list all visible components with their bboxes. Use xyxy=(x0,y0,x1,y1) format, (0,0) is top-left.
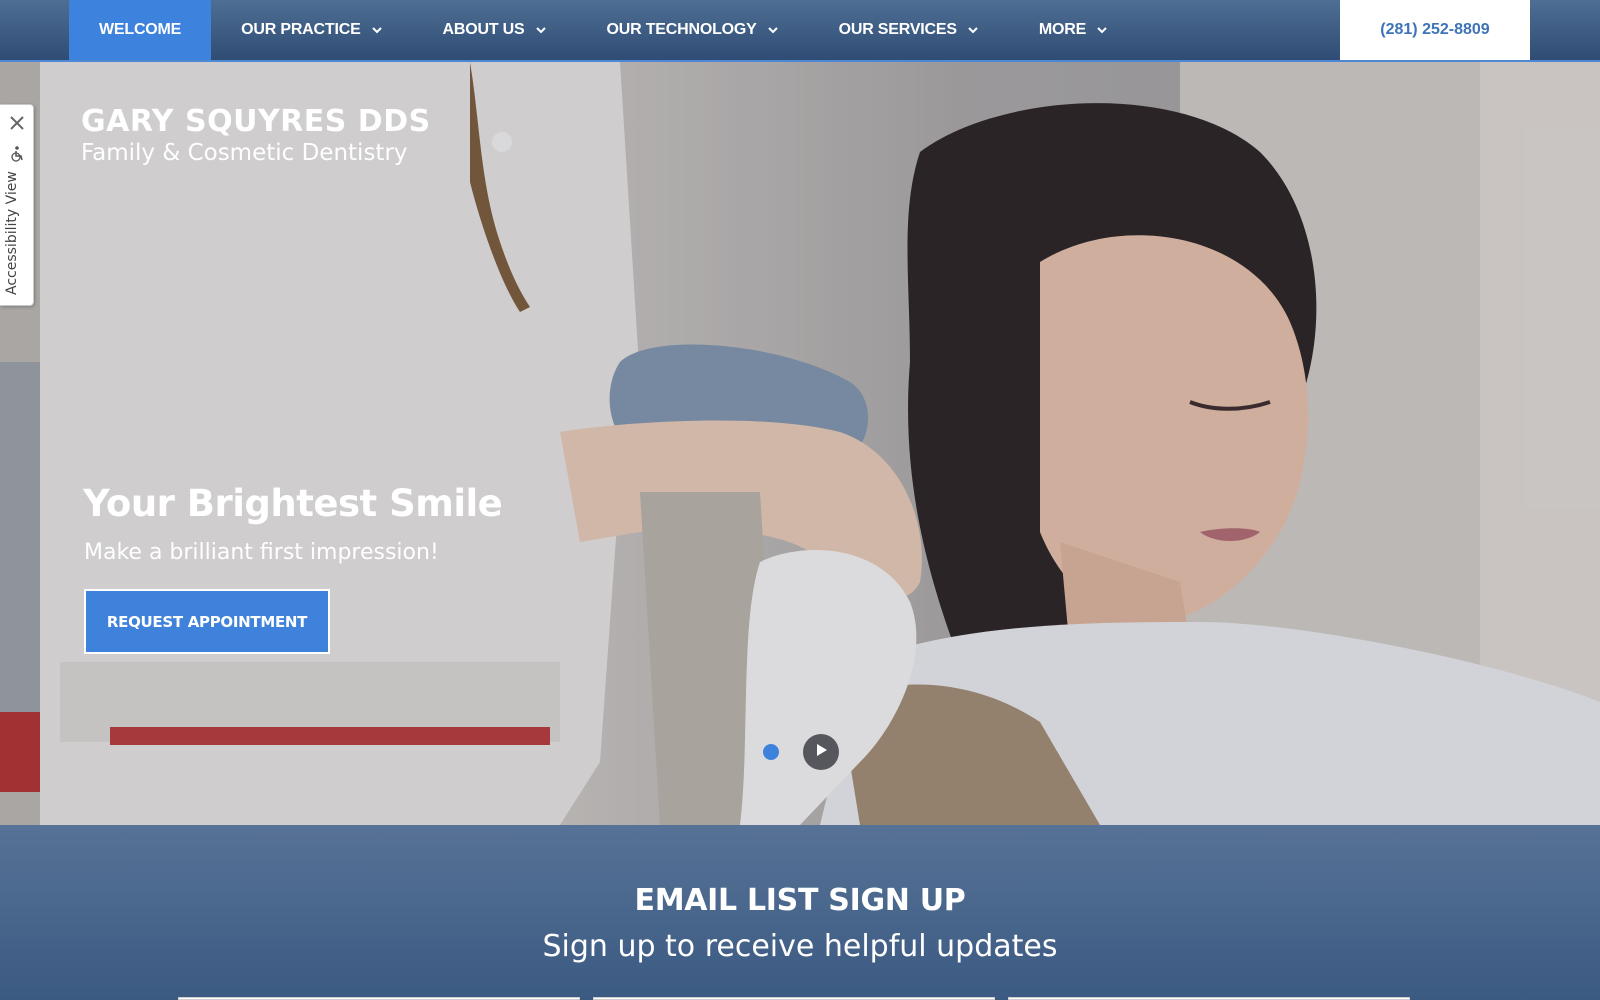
chevron-down-icon xyxy=(767,24,779,36)
nav-item-label: MORE xyxy=(1038,21,1087,38)
close-icon[interactable] xyxy=(7,113,27,133)
request-appointment-button[interactable]: REQUEST APPOINTMENT xyxy=(84,589,330,654)
nav-item-more[interactable]: MORE xyxy=(1009,0,1138,60)
phone-link[interactable]: (281) 252-8809 xyxy=(1340,0,1530,60)
chevron-down-icon xyxy=(967,24,979,36)
play-button[interactable] xyxy=(803,734,839,770)
signup-subtitle: Sign up to receive helpful updates xyxy=(542,929,1058,964)
nav-menu: WELCOME OUR PRACTICE ABOUT US OUR TECHNO… xyxy=(69,0,1138,60)
nav-item-label: OUR TECHNOLOGY xyxy=(606,21,757,38)
nav-item-label: WELCOME xyxy=(99,21,182,38)
play-icon xyxy=(813,742,829,763)
nav-item-our-services[interactable]: OUR SERVICES xyxy=(809,0,1009,60)
nav-item-label: OUR PRACTICE xyxy=(241,21,361,38)
practice-name: GARY SQUYRES DDS xyxy=(81,104,431,139)
nav-item-welcome[interactable]: WELCOME xyxy=(69,0,212,60)
accessibility-view-label: Accessibility View xyxy=(4,171,20,295)
hero-overlay xyxy=(0,62,1600,825)
practice-tagline: Family & Cosmetic Dentistry xyxy=(81,140,408,166)
hero-tagline: Make a brilliant first impression! xyxy=(84,540,439,565)
email-signup-section: EMAIL LIST SIGN UP Sign up to receive he… xyxy=(0,825,1600,1000)
hero-banner: GARY SQUYRES DDS Family & Cosmetic Denti… xyxy=(0,62,1600,825)
nav-item-our-practice[interactable]: OUR PRACTICE xyxy=(211,0,412,60)
hero-headline: Your Brightest Smile xyxy=(83,482,503,525)
chevron-down-icon xyxy=(371,24,383,36)
nav-item-about-us[interactable]: ABOUT US xyxy=(413,0,577,60)
signup-title: EMAIL LIST SIGN UP xyxy=(634,883,966,918)
slide-indicator-dot[interactable] xyxy=(763,744,779,760)
accessibility-tab[interactable]: Accessibility View xyxy=(0,104,34,306)
chevron-down-icon xyxy=(1096,24,1108,36)
wheelchair-icon xyxy=(8,145,26,163)
chevron-down-icon xyxy=(535,24,547,36)
top-nav: WELCOME OUR PRACTICE ABOUT US OUR TECHNO… xyxy=(0,0,1600,62)
nav-item-label: OUR SERVICES xyxy=(838,21,957,38)
nav-item-label: ABOUT US xyxy=(442,21,525,38)
nav-item-our-technology[interactable]: OUR TECHNOLOGY xyxy=(577,0,809,60)
